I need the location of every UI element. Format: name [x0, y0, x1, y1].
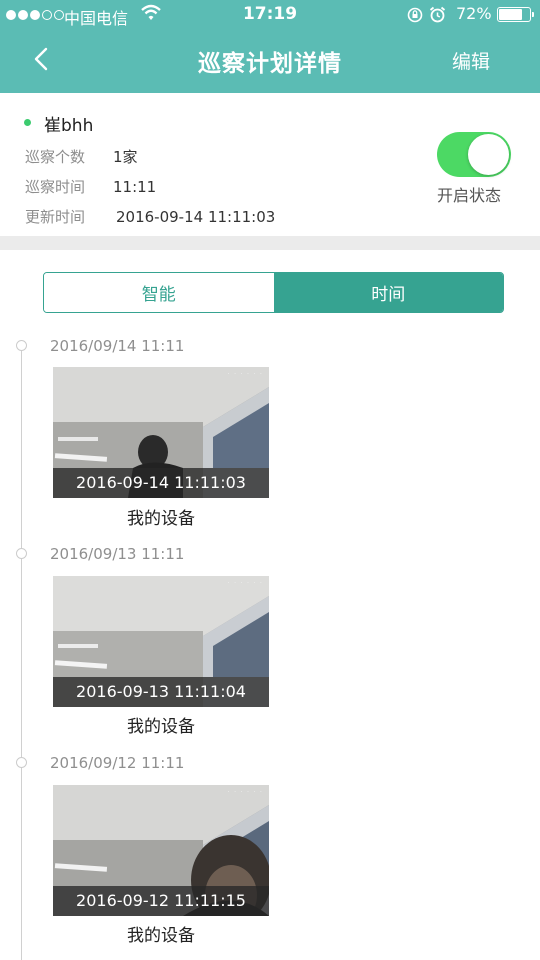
status-toggle[interactable] — [437, 132, 511, 177]
header: 中国电信 17:19 72% 巡察计划详情 编辑 — [0, 0, 540, 93]
info-value: 1家 — [113, 148, 138, 166]
rotation-lock-icon — [407, 7, 423, 22]
timeline-date: 2016/09/14 11:11 — [50, 337, 185, 355]
device-name: 我的设备 — [127, 509, 195, 529]
info-value: 11:11 — [113, 178, 157, 196]
snapshot-thumbnail[interactable]: · · · · · · 2016-09-13 11:11:04 — [53, 576, 269, 707]
plan-name: 崔bhh — [44, 116, 94, 136]
tab-smart[interactable]: 智能 — [44, 273, 274, 312]
plan-info: 崔bhh 巡察个数 1家 巡察时间 11:11 更新时间 2016-09-14 11:… — [0, 93, 540, 236]
timeline-date: 2016/09/12 11:11 — [50, 754, 185, 772]
camera-watermark: · · · · · · — [227, 788, 263, 796]
status-bar: 中国电信 17:19 72% — [0, 0, 540, 30]
snapshot-thumbnail[interactable]: · · · · · · 2016-09-12 11:11:15 — [53, 785, 269, 916]
snapshot-timestamp: 2016-09-13 11:11:04 — [53, 677, 269, 707]
toggle-knob — [468, 134, 509, 175]
device-name: 我的设备 — [127, 717, 195, 737]
timeline-node — [16, 340, 27, 351]
info-row-updated: 更新时间 2016-09-14 11:11:03 — [25, 206, 275, 227]
battery-icon — [497, 7, 534, 22]
camera-watermark: · · · · · · — [227, 579, 263, 587]
snapshot-timestamp: 2016-09-12 11:11:15 — [53, 886, 269, 916]
snapshot-thumbnail[interactable]: · · · · · · 2016-09-14 11:11:03 — [53, 367, 269, 498]
timeline-node — [16, 757, 27, 768]
info-row-count: 巡察个数 1家 — [25, 146, 138, 167]
battery-percent: 72% — [456, 4, 492, 23]
view-tabs: 智能 时间 — [43, 272, 504, 313]
timeline-line — [21, 340, 22, 960]
status-dot — [24, 119, 31, 126]
info-label: 巡察个数 — [25, 148, 86, 166]
camera-watermark: · · · · · · — [227, 370, 263, 378]
toggle-label: 开启状态 — [437, 186, 502, 205]
info-row-time: 巡察时间 11:11 — [25, 176, 156, 197]
device-name: 我的设备 — [127, 926, 195, 946]
tab-time[interactable]: 时间 — [273, 273, 503, 312]
info-value: 2016-09-14 11:11:03 — [116, 208, 276, 226]
info-label: 巡察时间 — [25, 178, 86, 196]
edit-button[interactable]: 编辑 — [452, 47, 490, 74]
divider — [0, 236, 540, 250]
alarm-icon — [429, 6, 446, 23]
info-label: 更新时间 — [25, 208, 86, 226]
timeline-node — [16, 548, 27, 559]
timeline-date: 2016/09/13 11:11 — [50, 545, 185, 563]
snapshot-timestamp: 2016-09-14 11:11:03 — [53, 468, 269, 498]
